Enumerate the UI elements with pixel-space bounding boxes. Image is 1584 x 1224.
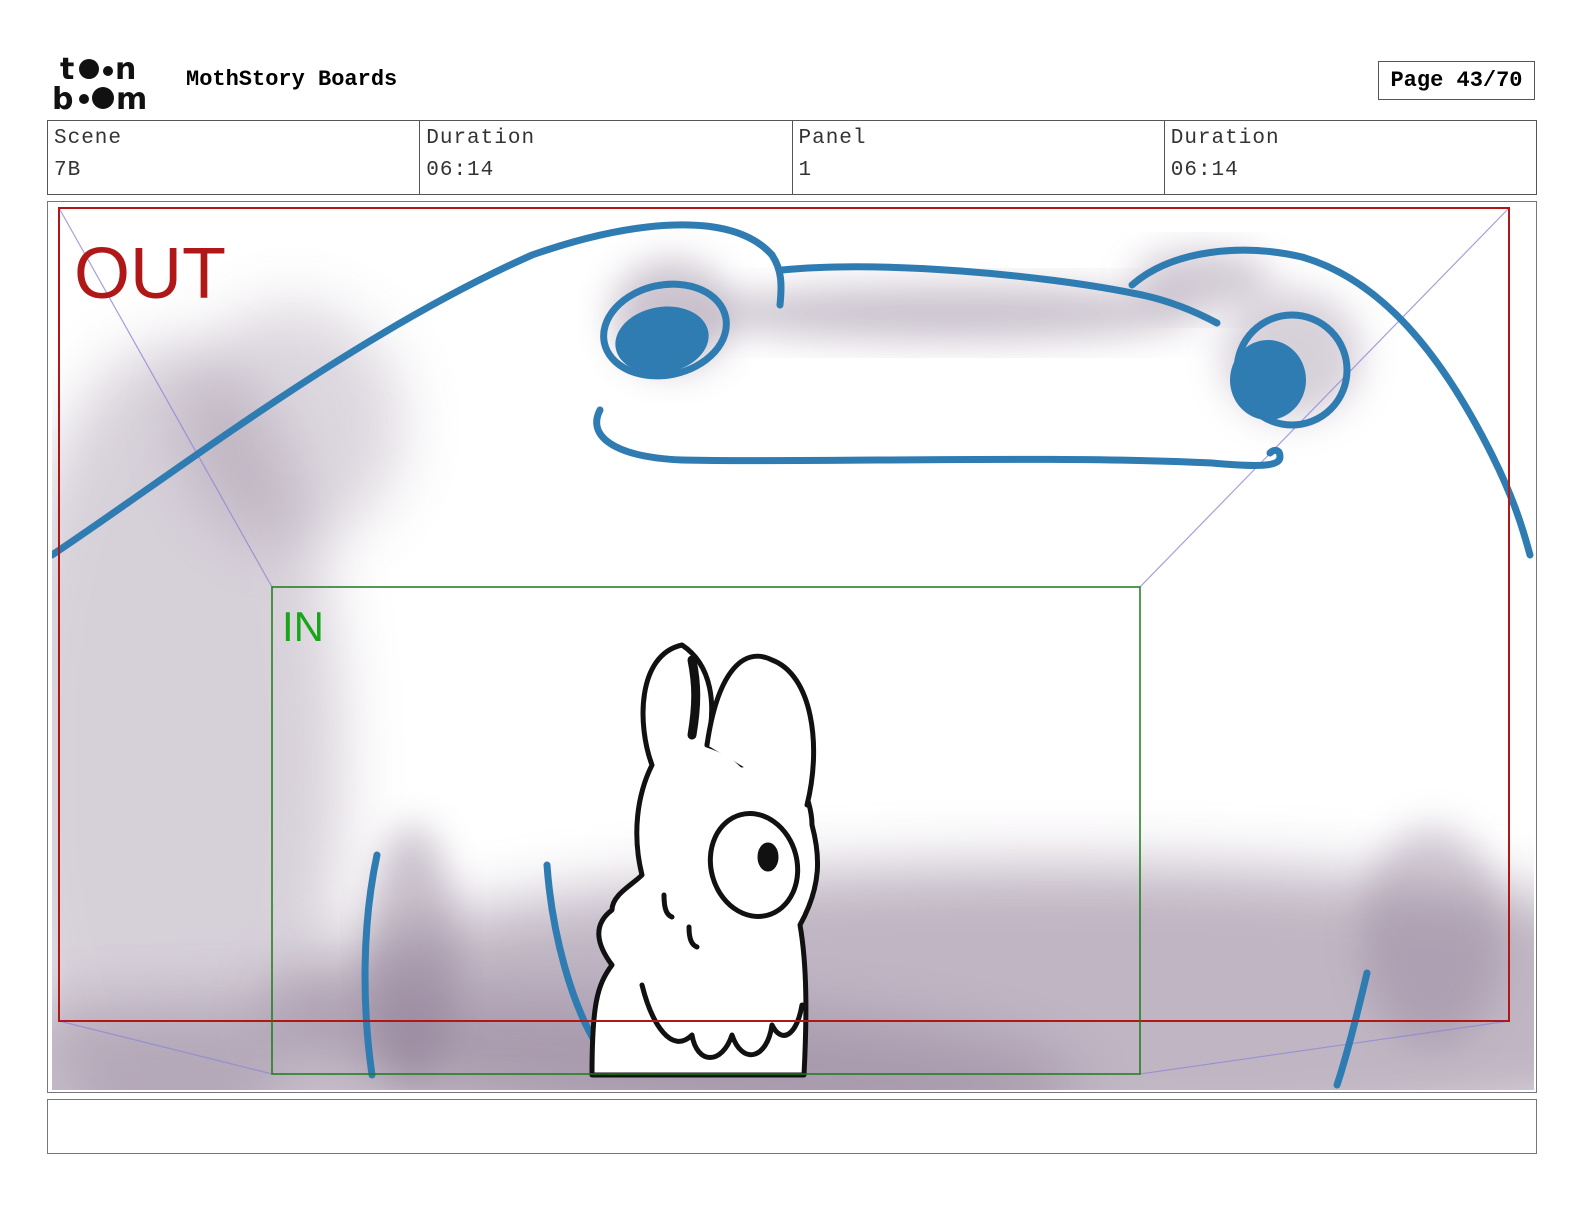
scene-info-table: Scene 7B Duration 06:14 Panel 1 Duration… xyxy=(47,120,1537,195)
svg-text:b: b xyxy=(52,82,73,112)
info-label: Panel xyxy=(798,127,867,150)
in-label: IN xyxy=(282,603,324,650)
info-cell-panel-duration: Duration 06:14 xyxy=(1163,121,1536,194)
info-value: 1 xyxy=(798,159,813,182)
moth-character-sketch xyxy=(589,642,820,1078)
info-label: Scene xyxy=(54,127,123,150)
info-cell-scene: Scene 7B xyxy=(48,121,419,194)
svg-text:m: m xyxy=(116,82,147,112)
panel-notes-text xyxy=(48,1100,1536,1120)
info-value: 06:14 xyxy=(426,159,495,182)
info-value: 06:14 xyxy=(1170,159,1239,182)
info-label: Duration xyxy=(426,127,536,150)
out-label: OUT xyxy=(74,234,226,314)
app-title: MothStory Boards xyxy=(186,67,398,92)
toon-boom-logo: t n b m xyxy=(52,52,147,112)
panel-notes-box xyxy=(47,1099,1537,1154)
info-value: 7B xyxy=(54,159,82,182)
info-cell-panel: Panel 1 xyxy=(791,121,1164,194)
storyboard-panel-image: OUT IN xyxy=(52,207,1534,1090)
page-indicator: Page 43/70 xyxy=(1378,61,1535,100)
info-label: Duration xyxy=(1170,127,1280,150)
info-cell-scene-duration: Duration 06:14 xyxy=(419,121,791,194)
